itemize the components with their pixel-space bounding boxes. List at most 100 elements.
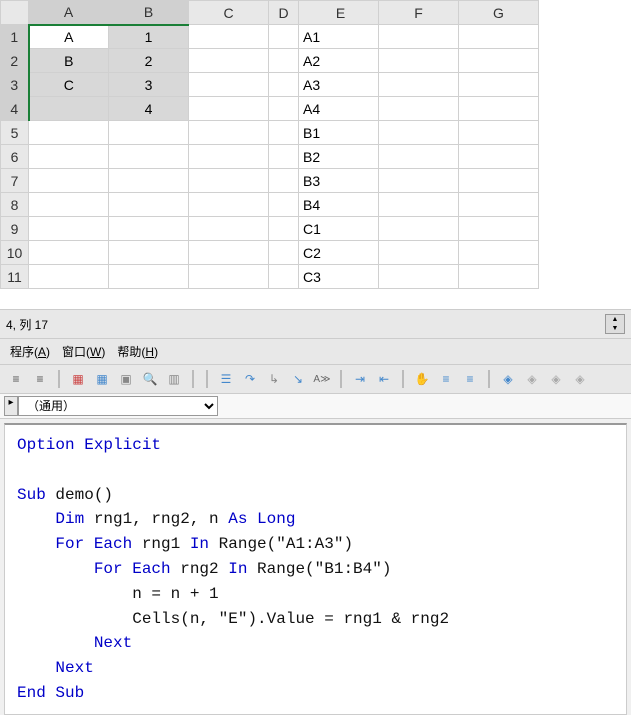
cell-C3[interactable] — [189, 73, 269, 97]
col-header-D[interactable]: D — [269, 1, 299, 25]
cell-D7[interactable] — [269, 169, 299, 193]
outdent-icon[interactable]: ≡ — [30, 369, 50, 389]
cell-B3[interactable]: 3 — [109, 73, 189, 97]
cell-G6[interactable] — [459, 145, 539, 169]
row-header-6[interactable]: 6 — [1, 145, 29, 169]
cell-E3[interactable]: A3 — [299, 73, 379, 97]
bookmark-prev-icon[interactable]: ◈ — [546, 369, 566, 389]
cell-C6[interactable] — [189, 145, 269, 169]
cell-F1[interactable] — [379, 25, 459, 49]
cell-B11[interactable] — [109, 265, 189, 289]
cell-E7[interactable]: B3 — [299, 169, 379, 193]
cell-E8[interactable]: B4 — [299, 193, 379, 217]
cell-A7[interactable] — [29, 169, 109, 193]
col-header-C[interactable]: C — [189, 1, 269, 25]
bookmark-next-icon[interactable]: ◈ — [522, 369, 542, 389]
cell-D5[interactable] — [269, 121, 299, 145]
status-spinner[interactable]: ▲ ▼ — [605, 314, 625, 334]
col-header-A[interactable]: A — [29, 1, 109, 25]
table-icon[interactable]: ▦ — [92, 369, 112, 389]
hand-icon[interactable]: ✋ — [412, 369, 432, 389]
cell-A9[interactable] — [29, 217, 109, 241]
cell-G3[interactable] — [459, 73, 539, 97]
cell-G5[interactable] — [459, 121, 539, 145]
cell-G9[interactable] — [459, 217, 539, 241]
row-header-5[interactable]: 5 — [1, 121, 29, 145]
comment-icon[interactable]: ≡ — [436, 369, 456, 389]
cell-E2[interactable]: A2 — [299, 49, 379, 73]
cell-G4[interactable] — [459, 97, 539, 121]
row-header-2[interactable]: 2 — [1, 49, 29, 73]
cell-E1[interactable]: A1 — [299, 25, 379, 49]
row-header-11[interactable]: 11 — [1, 265, 29, 289]
tile-icon[interactable]: ▥ — [164, 369, 184, 389]
cell-D2[interactable] — [269, 49, 299, 73]
bookmark-clear-icon[interactable]: ◈ — [570, 369, 590, 389]
cell-A4[interactable] — [29, 97, 109, 121]
cell-E9[interactable]: C1 — [299, 217, 379, 241]
cell-D9[interactable] — [269, 217, 299, 241]
indent-left-icon[interactable]: ⇤ — [374, 369, 394, 389]
cell-E4[interactable]: A4 — [299, 97, 379, 121]
col-header-B[interactable]: B — [109, 1, 189, 25]
cell-A8[interactable] — [29, 193, 109, 217]
cell-C10[interactable] — [189, 241, 269, 265]
cell-F10[interactable] — [379, 241, 459, 265]
cell-B6[interactable] — [109, 145, 189, 169]
row-header-3[interactable]: 3 — [1, 73, 29, 97]
font-size-icon[interactable]: A≫ — [312, 369, 332, 389]
cell-C9[interactable] — [189, 217, 269, 241]
binoculars-icon[interactable]: 🔍 — [140, 369, 160, 389]
cell-E6[interactable]: B2 — [299, 145, 379, 169]
cell-A11[interactable] — [29, 265, 109, 289]
cell-G10[interactable] — [459, 241, 539, 265]
cell-G2[interactable] — [459, 49, 539, 73]
cell-C7[interactable] — [189, 169, 269, 193]
cell-B10[interactable] — [109, 241, 189, 265]
cell-F2[interactable] — [379, 49, 459, 73]
prev-module-button[interactable]: ▸ — [4, 396, 18, 416]
module-dropdown[interactable]: （通用） — [18, 396, 218, 416]
row-header-8[interactable]: 8 — [1, 193, 29, 217]
step-into-icon[interactable]: ↘ — [288, 369, 308, 389]
cell-C11[interactable] — [189, 265, 269, 289]
cell-D8[interactable] — [269, 193, 299, 217]
cell-A2[interactable]: B — [29, 49, 109, 73]
list-icon[interactable]: ☰ — [216, 369, 236, 389]
cell-A6[interactable] — [29, 145, 109, 169]
select-all-corner[interactable] — [1, 1, 29, 25]
menu-window[interactable]: 窗口(W) — [58, 341, 109, 362]
menu-procedure[interactable]: 程序(A) — [6, 341, 54, 362]
indent-icon[interactable]: ≡ — [6, 369, 26, 389]
cell-A5[interactable] — [29, 121, 109, 145]
row-header-10[interactable]: 10 — [1, 241, 29, 265]
cell-G11[interactable] — [459, 265, 539, 289]
window-icon[interactable]: ▣ — [116, 369, 136, 389]
cell-A10[interactable] — [29, 241, 109, 265]
cell-G1[interactable] — [459, 25, 539, 49]
cell-F4[interactable] — [379, 97, 459, 121]
cell-D6[interactable] — [269, 145, 299, 169]
cell-E11[interactable]: C3 — [299, 265, 379, 289]
indent-right-icon[interactable]: ⇥ — [350, 369, 370, 389]
spreadsheet-grid[interactable]: A B C D E F G 1 A 1 A1 2 B 2 A2 3 C 3 A3 — [0, 0, 539, 289]
cell-G8[interactable] — [459, 193, 539, 217]
col-header-E[interactable]: E — [299, 1, 379, 25]
cell-B4[interactable]: 4 — [109, 97, 189, 121]
cell-F11[interactable] — [379, 265, 459, 289]
col-header-G[interactable]: G — [459, 1, 539, 25]
step-out-icon[interactable]: ↳ — [264, 369, 284, 389]
grid-icon[interactable]: ▦ — [68, 369, 88, 389]
cell-E5[interactable]: B1 — [299, 121, 379, 145]
bookmark-toggle-icon[interactable]: ◈ — [498, 369, 518, 389]
cell-D1[interactable] — [269, 25, 299, 49]
cell-B2[interactable]: 2 — [109, 49, 189, 73]
row-header-7[interactable]: 7 — [1, 169, 29, 193]
cell-A3[interactable]: C — [29, 73, 109, 97]
cell-D11[interactable] — [269, 265, 299, 289]
spinner-down-icon[interactable]: ▼ — [606, 324, 624, 333]
cell-C2[interactable] — [189, 49, 269, 73]
cell-C1[interactable] — [189, 25, 269, 49]
cell-F3[interactable] — [379, 73, 459, 97]
cell-C8[interactable] — [189, 193, 269, 217]
